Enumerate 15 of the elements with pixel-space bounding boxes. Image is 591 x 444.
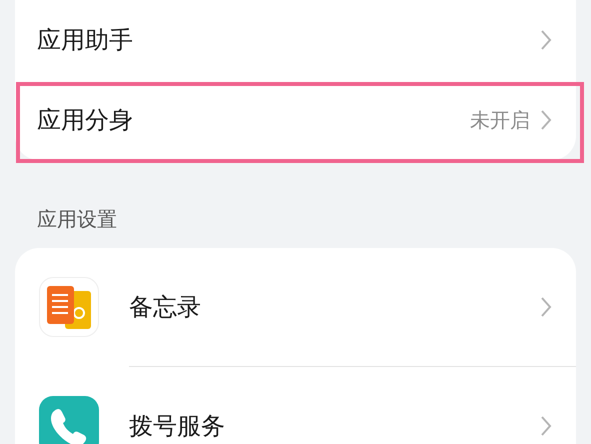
app-row[interactable]: 备忘录 xyxy=(15,248,576,366)
row-label: 应用分身 xyxy=(37,105,134,136)
settings-row[interactable]: 应用助手 xyxy=(15,0,576,80)
row-label: 应用助手 xyxy=(37,25,134,56)
chevron-right-icon xyxy=(540,29,552,51)
chevron-right-icon xyxy=(540,415,552,437)
row-value: 未开启 xyxy=(470,107,530,134)
settings-row[interactable]: 应用分身 未开启 xyxy=(15,80,576,160)
notes-app-icon xyxy=(39,277,99,337)
chevron-right-icon xyxy=(540,296,552,318)
app-name: 备忘录 xyxy=(129,292,202,323)
chevron-right-icon xyxy=(540,109,552,131)
app-row[interactable]: 拨号服务 xyxy=(15,367,576,444)
section-title: 应用设置 xyxy=(36,206,118,233)
app-name: 拨号服务 xyxy=(129,411,226,442)
